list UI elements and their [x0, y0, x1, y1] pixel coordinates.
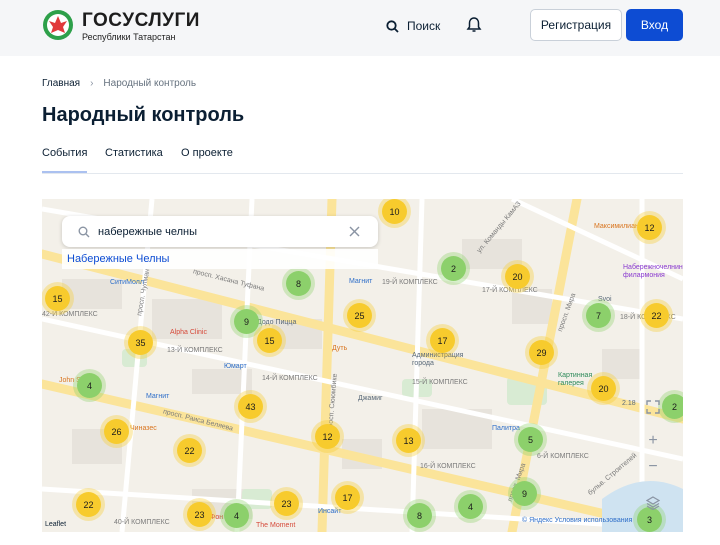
- fullscreen-icon: [646, 400, 660, 414]
- poi-administration[interactable]: Администрация города: [412, 352, 467, 368]
- minus-icon: −: [648, 458, 658, 475]
- poi-chinazes[interactable]: Чиназес: [130, 425, 157, 432]
- tab-about[interactable]: О проекте: [181, 147, 233, 159]
- search-suggestion[interactable]: Набережные Челны: [62, 249, 378, 269]
- poi-dut[interactable]: Дуть: [332, 345, 347, 352]
- event-cluster[interactable]: 25: [347, 303, 372, 328]
- district-label: 13-Й КОМПЛЕКС: [167, 347, 223, 354]
- event-cluster[interactable]: 29: [529, 340, 554, 365]
- event-cluster[interactable]: 22: [76, 492, 101, 517]
- breadcrumb-current: Народный контроль: [103, 78, 197, 89]
- district-label: 14-Й КОМПЛЕКС: [262, 375, 318, 382]
- event-cluster[interactable]: 10: [382, 199, 407, 224]
- search-icon: [386, 19, 399, 33]
- zoom-out-button[interactable]: −: [640, 454, 666, 480]
- event-cluster[interactable]: 22: [177, 438, 202, 463]
- event-cluster[interactable]: 20: [591, 376, 616, 401]
- tab-events[interactable]: События: [42, 147, 88, 173]
- yandex-attribution[interactable]: © Яндекс Условия использования: [522, 517, 632, 524]
- clear-icon[interactable]: [349, 226, 360, 237]
- poi-insait[interactable]: Инсайт: [318, 508, 341, 515]
- district-label: 17-Й КОМПЛЕКС: [482, 287, 538, 294]
- map-search-input[interactable]: [98, 225, 338, 238]
- poi-value: 2.18: [622, 400, 636, 407]
- tabs: События Статистика О проекте: [42, 147, 683, 174]
- event-cluster[interactable]: 9: [234, 309, 259, 334]
- poi-magnit-2[interactable]: Магнит: [146, 393, 169, 400]
- zoom-in-button[interactable]: +: [640, 428, 666, 454]
- event-cluster[interactable]: 15: [257, 328, 282, 353]
- register-button[interactable]: Регистрация: [530, 9, 622, 41]
- event-cluster[interactable]: 7: [586, 303, 611, 328]
- fullscreen-button[interactable]: [640, 394, 666, 420]
- breadcrumb: Главная › Народный контроль: [42, 78, 196, 89]
- event-cluster[interactable]: 17: [430, 328, 455, 353]
- district-label: 19-Й КОМПЛЕКС: [382, 279, 438, 286]
- search-icon: [78, 226, 90, 237]
- district-label: 42-Й КОМПЛЕКС: [42, 311, 98, 318]
- event-cluster[interactable]: 43: [238, 394, 263, 419]
- event-cluster[interactable]: 4: [224, 503, 249, 528]
- event-cluster[interactable]: 12: [315, 424, 340, 449]
- event-cluster[interactable]: 17: [335, 485, 360, 510]
- poi-umart[interactable]: Юмарт: [224, 363, 247, 370]
- event-cluster[interactable]: 9: [512, 481, 537, 506]
- brand-subtitle: Республики Татарстан: [82, 32, 176, 42]
- event-cluster[interactable]: 2: [441, 256, 466, 281]
- event-cluster[interactable]: 20: [505, 264, 530, 289]
- events-map[interactable]: просп. Хасана Туфана просп. Чулман просп…: [42, 199, 683, 532]
- map-search-box: [62, 216, 378, 247]
- event-cluster[interactable]: 8: [286, 271, 311, 296]
- chevron-right-icon: ›: [90, 78, 94, 89]
- event-cluster[interactable]: 8: [407, 503, 432, 528]
- site-header: ГОСУСЛУГИ Республики Татарстан Поиск Рег…: [0, 0, 720, 56]
- login-button[interactable]: Вход: [626, 9, 683, 41]
- event-cluster[interactable]: 35: [128, 330, 153, 355]
- brand-title[interactable]: ГОСУСЛУГИ: [82, 10, 200, 32]
- event-cluster[interactable]: 13: [396, 428, 421, 453]
- search-label: Поиск: [407, 19, 441, 33]
- district-label: 6-Й КОМПЛЕКС: [537, 453, 589, 460]
- page-title: Народный контроль: [42, 104, 245, 126]
- event-cluster[interactable]: 23: [187, 502, 212, 527]
- event-cluster[interactable]: 4: [77, 373, 102, 398]
- bell-icon[interactable]: [466, 16, 482, 34]
- poi-maxim[interactable]: Максимилианс: [594, 223, 642, 230]
- poi-jamming[interactable]: Джамиг: [358, 395, 383, 402]
- plus-icon: +: [648, 432, 658, 449]
- event-cluster[interactable]: 26: [104, 419, 129, 444]
- layers-button[interactable]: [640, 490, 666, 516]
- event-cluster[interactable]: 12: [637, 215, 662, 240]
- breadcrumb-home[interactable]: Главная: [42, 78, 80, 89]
- poi-palitra[interactable]: Палитра: [492, 425, 520, 432]
- district-label: 40-Й КОМПЛЕКС: [114, 519, 170, 526]
- tab-statistics[interactable]: Статистика: [105, 147, 163, 159]
- event-cluster[interactable]: 5: [518, 427, 543, 452]
- poi-svoi[interactable]: Svoi: [598, 296, 612, 303]
- poi-sitimoll[interactable]: СитиМолл: [110, 279, 144, 286]
- search-button[interactable]: Поиск: [386, 17, 440, 35]
- poi-moment[interactable]: The Moment: [256, 522, 295, 529]
- leaflet-attribution[interactable]: Leaflet: [45, 521, 66, 528]
- poi-philharmonic[interactable]: Набережночелнинская филармония: [623, 264, 683, 280]
- gosuslugi-logo-icon[interactable]: [42, 9, 74, 41]
- event-cluster[interactable]: 23: [274, 491, 299, 516]
- district-label: 16-Й КОМПЛЕКС: [420, 463, 476, 470]
- event-cluster[interactable]: 4: [458, 494, 483, 519]
- event-cluster[interactable]: 15: [45, 286, 70, 311]
- layers-icon: [646, 496, 660, 510]
- event-cluster[interactable]: 22: [644, 303, 669, 328]
- poi-dodo[interactable]: Додо Пицца: [257, 319, 296, 326]
- poi-alpha-clinic[interactable]: Alpha Clinic: [170, 329, 207, 336]
- district-label: 15-Й КОМПЛЕКС: [412, 379, 468, 386]
- poi-magnit-1[interactable]: Магнит: [349, 278, 372, 285]
